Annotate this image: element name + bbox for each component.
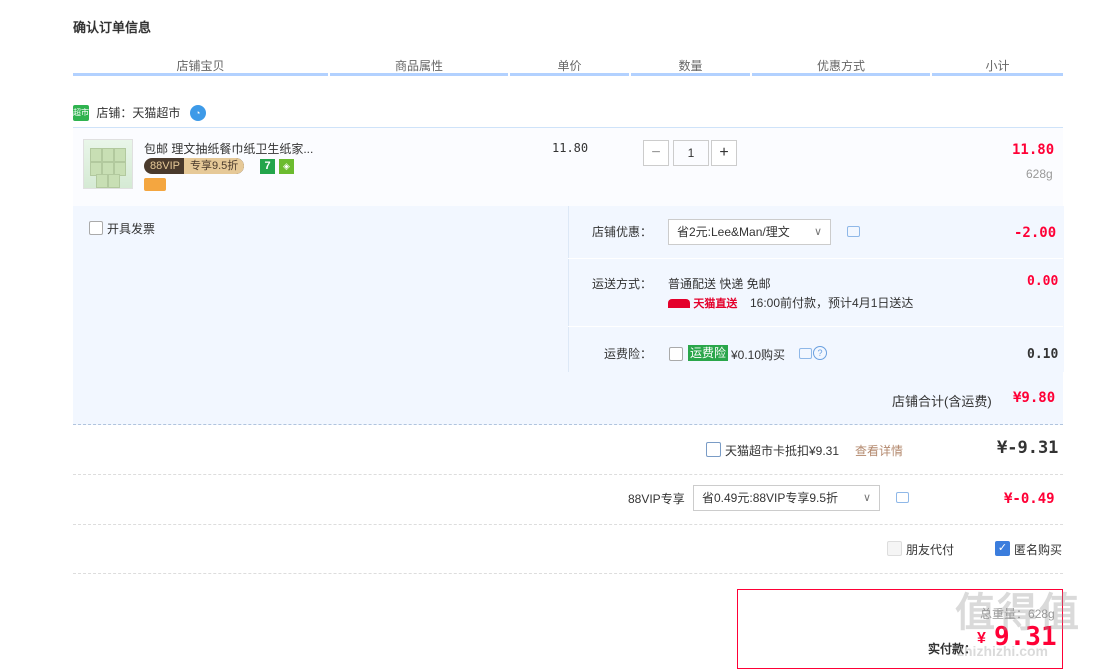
shipping-method: 普通配送 快递 免邮 <box>668 277 771 291</box>
vip88-select[interactable]: 省0.49元:88VIP专享9.5折 ∨ <box>693 485 880 511</box>
divider <box>73 474 1063 476</box>
shipping-label: 运送方式： <box>592 277 653 291</box>
quantity-input[interactable]: 1 <box>673 140 709 166</box>
quantity-decrease-button[interactable]: − <box>643 140 669 166</box>
invoice-checkbox[interactable] <box>89 221 103 235</box>
column-header-quantity: 数量 <box>678 59 703 73</box>
column-header-discount: 优惠方式 <box>816 59 865 73</box>
header-underline <box>330 73 508 76</box>
friend-pay-checkbox[interactable] <box>887 541 902 556</box>
anonymous-label: 匿名购买 <box>1014 543 1063 557</box>
chevron-down-icon: ∨ <box>813 226 822 238</box>
delivery-note: 16:00前付款，预计4月1日送达 <box>750 296 914 310</box>
vip88-badge: 88VIP 专享9.5折 <box>144 158 245 174</box>
vip88-amount: ¥-0.49 <box>1004 491 1055 507</box>
header-underline <box>752 73 930 76</box>
message-icon[interactable] <box>799 348 812 359</box>
insurance-amount: 0.10 <box>1027 347 1059 362</box>
header-underline <box>631 73 750 76</box>
insurance-price: ¥0.10购买 <box>731 348 786 362</box>
column-header-unit-price: 单价 <box>557 59 582 73</box>
header-underline <box>73 73 328 76</box>
unit-price: 11.80 <box>552 141 589 155</box>
guarantee-icon: ◈ <box>279 159 294 174</box>
seven-day-return-icon: 7 <box>260 159 275 174</box>
quantity-increase-button[interactable]: + <box>711 140 737 166</box>
invoice-label: 开具发票 <box>107 222 156 236</box>
vip88-label: 88VIP专享 <box>628 492 685 506</box>
tmall-market-logo-icon: 超市 <box>73 104 89 121</box>
product-title-link[interactable]: 包邮 理文抽纸餐巾纸卫生纸家... <box>144 140 313 157</box>
shop-total-label: 店铺合计(含运费) <box>892 394 992 409</box>
shop-discount-selected: 省2元:Lee&Man/理文 <box>677 225 790 239</box>
insurance-checkbox[interactable] <box>669 347 683 361</box>
divider <box>73 524 1063 526</box>
shipping-amount: 0.00 <box>1027 274 1059 289</box>
page-title: 确认订单信息 <box>73 20 152 35</box>
product-thumbnail[interactable] <box>83 139 133 189</box>
header-underline <box>510 73 629 76</box>
vip88-tag: 88VIP <box>150 160 180 172</box>
column-header-attributes: 商品属性 <box>394 59 443 73</box>
tmall-direct-badge: 天猫直送 <box>668 295 740 310</box>
vip88-selected: 省0.49元:88VIP专享9.5折 <box>702 491 839 505</box>
watermark-domain: zhizhizhi.com <box>957 643 1048 659</box>
shop-discount-select[interactable]: 省2元:Lee&Man/理文 ∨ <box>668 219 831 245</box>
item-subtotal: 11.80 <box>1012 142 1055 158</box>
help-icon[interactable]: ? <box>813 346 827 360</box>
column-header-shop-item: 店铺宝贝 <box>176 59 225 73</box>
shop-discount-label: 店铺优惠： <box>592 225 653 239</box>
friend-pay-label: 朋友代付 <box>906 543 955 557</box>
column-header-subtotal: 小计 <box>985 59 1010 73</box>
divider <box>568 326 1063 327</box>
watermark-logo: 值得值 <box>955 591 1081 635</box>
shop-row: 超市 店铺：天猫超市 ◔ <box>73 104 206 124</box>
message-icon[interactable] <box>896 492 909 503</box>
shop-label: 店铺： <box>96 106 133 120</box>
vip88-discount-tag: 专享9.5折 <box>183 158 245 174</box>
tmall-card-checkbox[interactable] <box>706 442 721 457</box>
tmall-card-details-link[interactable]: 查看详情 <box>855 442 903 459</box>
credit-card-icon <box>144 178 166 191</box>
divider <box>73 573 1063 575</box>
shop-discount-amount: -2.00 <box>1014 225 1057 241</box>
insurance-label: 运费险： <box>604 347 653 361</box>
shop-total-amount: ¥9.80 <box>1013 390 1056 406</box>
divider <box>568 258 1063 259</box>
tmall-card-amount: ¥-9.31 <box>997 438 1059 458</box>
insurance-tag: 运费险 <box>688 345 729 361</box>
shop-name-link[interactable]: 天猫超市 <box>132 106 180 120</box>
anonymous-checkbox[interactable]: ✓ <box>995 541 1010 556</box>
tmall-cat-icon <box>668 298 690 308</box>
header-underline <box>932 73 1063 76</box>
chevron-down-icon: ∨ <box>862 492 871 504</box>
wangwang-chat-icon[interactable]: ◔ <box>189 104 206 121</box>
item-weight: 628g <box>1026 167 1053 181</box>
message-icon[interactable] <box>847 226 860 237</box>
tmall-direct-label: 天猫直送 <box>693 298 738 310</box>
tmall-card-label: 天猫超市卡抵扣¥9.31 <box>725 444 840 458</box>
